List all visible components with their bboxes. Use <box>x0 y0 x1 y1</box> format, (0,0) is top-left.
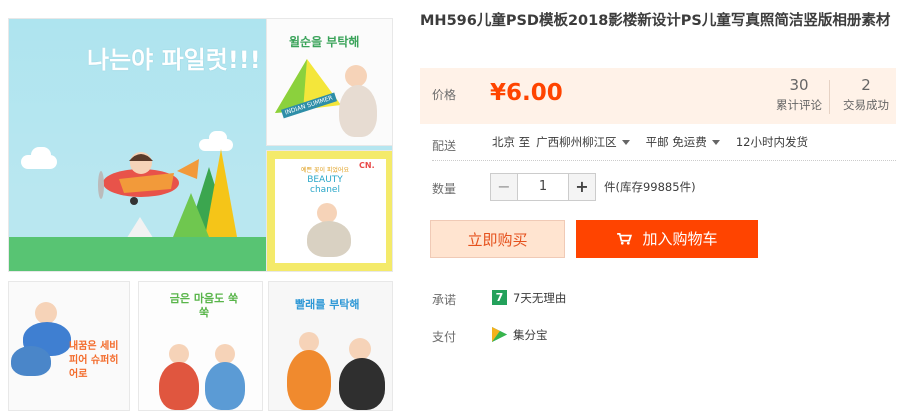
add-to-cart-button[interactable]: 加入购物车 <box>576 220 758 258</box>
quantity-increase-button[interactable]: + <box>568 174 595 200</box>
thumbnail-2[interactable]: 예쁜 꽃이 피었어요 BEAUTY chanel CN. <box>266 150 393 272</box>
sales-label: 交易成功 <box>843 98 889 112</box>
chevron-down-icon <box>621 140 630 145</box>
cart-icon <box>617 233 633 245</box>
seven-day-return-icon: 7 <box>492 290 507 305</box>
stat-divider <box>829 80 830 114</box>
thumbnail-2-tag: CN. <box>359 161 375 170</box>
child-figure <box>11 346 51 376</box>
thumbnail-4-text: 금은 마음도 쑥쑥 <box>169 292 239 319</box>
shipping-from: 北京 至 <box>492 135 531 149</box>
shipping-label: 配送 <box>432 139 457 153</box>
payment-text[interactable]: 集分宝 <box>513 327 548 343</box>
quantity-decrease-button[interactable]: − <box>491 174 518 200</box>
child-figure <box>159 362 199 410</box>
payment-label: 支付 <box>432 330 457 344</box>
child-figure <box>169 344 189 364</box>
shipping-method: 平邮 免运费 <box>645 135 707 149</box>
section-divider <box>432 160 896 161</box>
stock-text: 件(库存99885件) <box>604 180 696 194</box>
thumbnail-5[interactable]: 빨래를 부탁해 <box>268 281 393 411</box>
woman-figure <box>339 358 385 410</box>
promise-text[interactable]: 7天无理由 <box>513 290 566 306</box>
price-label: 价格 <box>432 88 457 102</box>
buy-now-button[interactable]: 立即购买 <box>430 220 565 258</box>
shipping-method-select[interactable]: 平邮 免运费 <box>646 135 730 149</box>
quantity-input[interactable]: 1 <box>518 174 568 200</box>
thumbnail-3-text: 내꿈은 세비피어 슈퍼히어로 <box>69 341 119 380</box>
add-to-cart-label: 加入购物车 <box>642 230 718 248</box>
thumbnail-5-text: 빨래를 부탁해 <box>295 298 360 311</box>
child-figure <box>317 203 337 223</box>
cloud-shape <box>209 131 227 145</box>
thumbnail-2-title: BEAUTY chanel <box>307 175 343 195</box>
price-value: ¥6.00 <box>490 80 563 106</box>
reviews-count: 30 <box>789 76 809 94</box>
child-figure <box>287 350 331 410</box>
quantity-label: 数量 <box>432 182 457 196</box>
child-figure <box>345 65 367 87</box>
thumbnail-1[interactable]: 윌순을 부탁해 INDIAN SUMMER <box>266 18 393 146</box>
child-figure <box>299 332 319 352</box>
child-figure <box>35 302 57 324</box>
main-image-headline: 나는야 파일럿!!! <box>87 46 261 74</box>
price-box: 价格 ¥6.00 30 累计评论 2 交易成功 <box>420 68 896 124</box>
jifenbao-icon <box>492 327 507 342</box>
chevron-down-icon <box>711 140 720 145</box>
mountain-shape <box>205 149 237 237</box>
woman-figure <box>349 338 371 360</box>
quantity-stepper: − 1 + <box>490 173 596 201</box>
product-title: MH596儿童PSD模板2018影楼新设计PS儿童写真照简洁竖版相册素材 <box>420 13 891 29</box>
thumbnail-4[interactable]: 금은 마음도 쑥쑥 <box>138 281 263 411</box>
shipping-destination-select[interactable]: 广西柳州柳江区 <box>536 135 640 149</box>
shipping-destination: 广西柳州柳江区 <box>536 135 617 149</box>
thumbnail-2-subtitle: 예쁜 꽃이 피었어요 <box>301 167 349 174</box>
mountain-shape <box>173 193 209 237</box>
sales-count: 2 <box>861 76 871 94</box>
shipping-row: 北京 至广西柳州柳江区 平邮 免运费 12小时内发货 <box>492 134 814 150</box>
promise-label: 承诺 <box>432 293 457 307</box>
product-gallery: 나는야 파일럿!!! 윌순을 부탁해 INDIAN SUMMER 예쁜 꽃이 피… <box>0 0 400 417</box>
child-figure <box>215 344 235 364</box>
cloud-shape <box>31 147 51 163</box>
child-figure <box>205 362 245 410</box>
thumbnail-1-text: 윌순을 부탁해 <box>289 35 360 49</box>
child-figure <box>339 85 377 137</box>
child-figure <box>307 221 351 257</box>
reviews-label: 累计评论 <box>776 98 822 112</box>
shipping-dispatch: 12小时内发货 <box>735 135 808 149</box>
reviews-stat[interactable]: 30 累计评论 <box>769 77 829 113</box>
thumbnail-3[interactable]: 내꿈은 세비피어 슈퍼히어로 <box>8 281 130 411</box>
sales-stat[interactable]: 2 交易成功 <box>836 77 896 113</box>
